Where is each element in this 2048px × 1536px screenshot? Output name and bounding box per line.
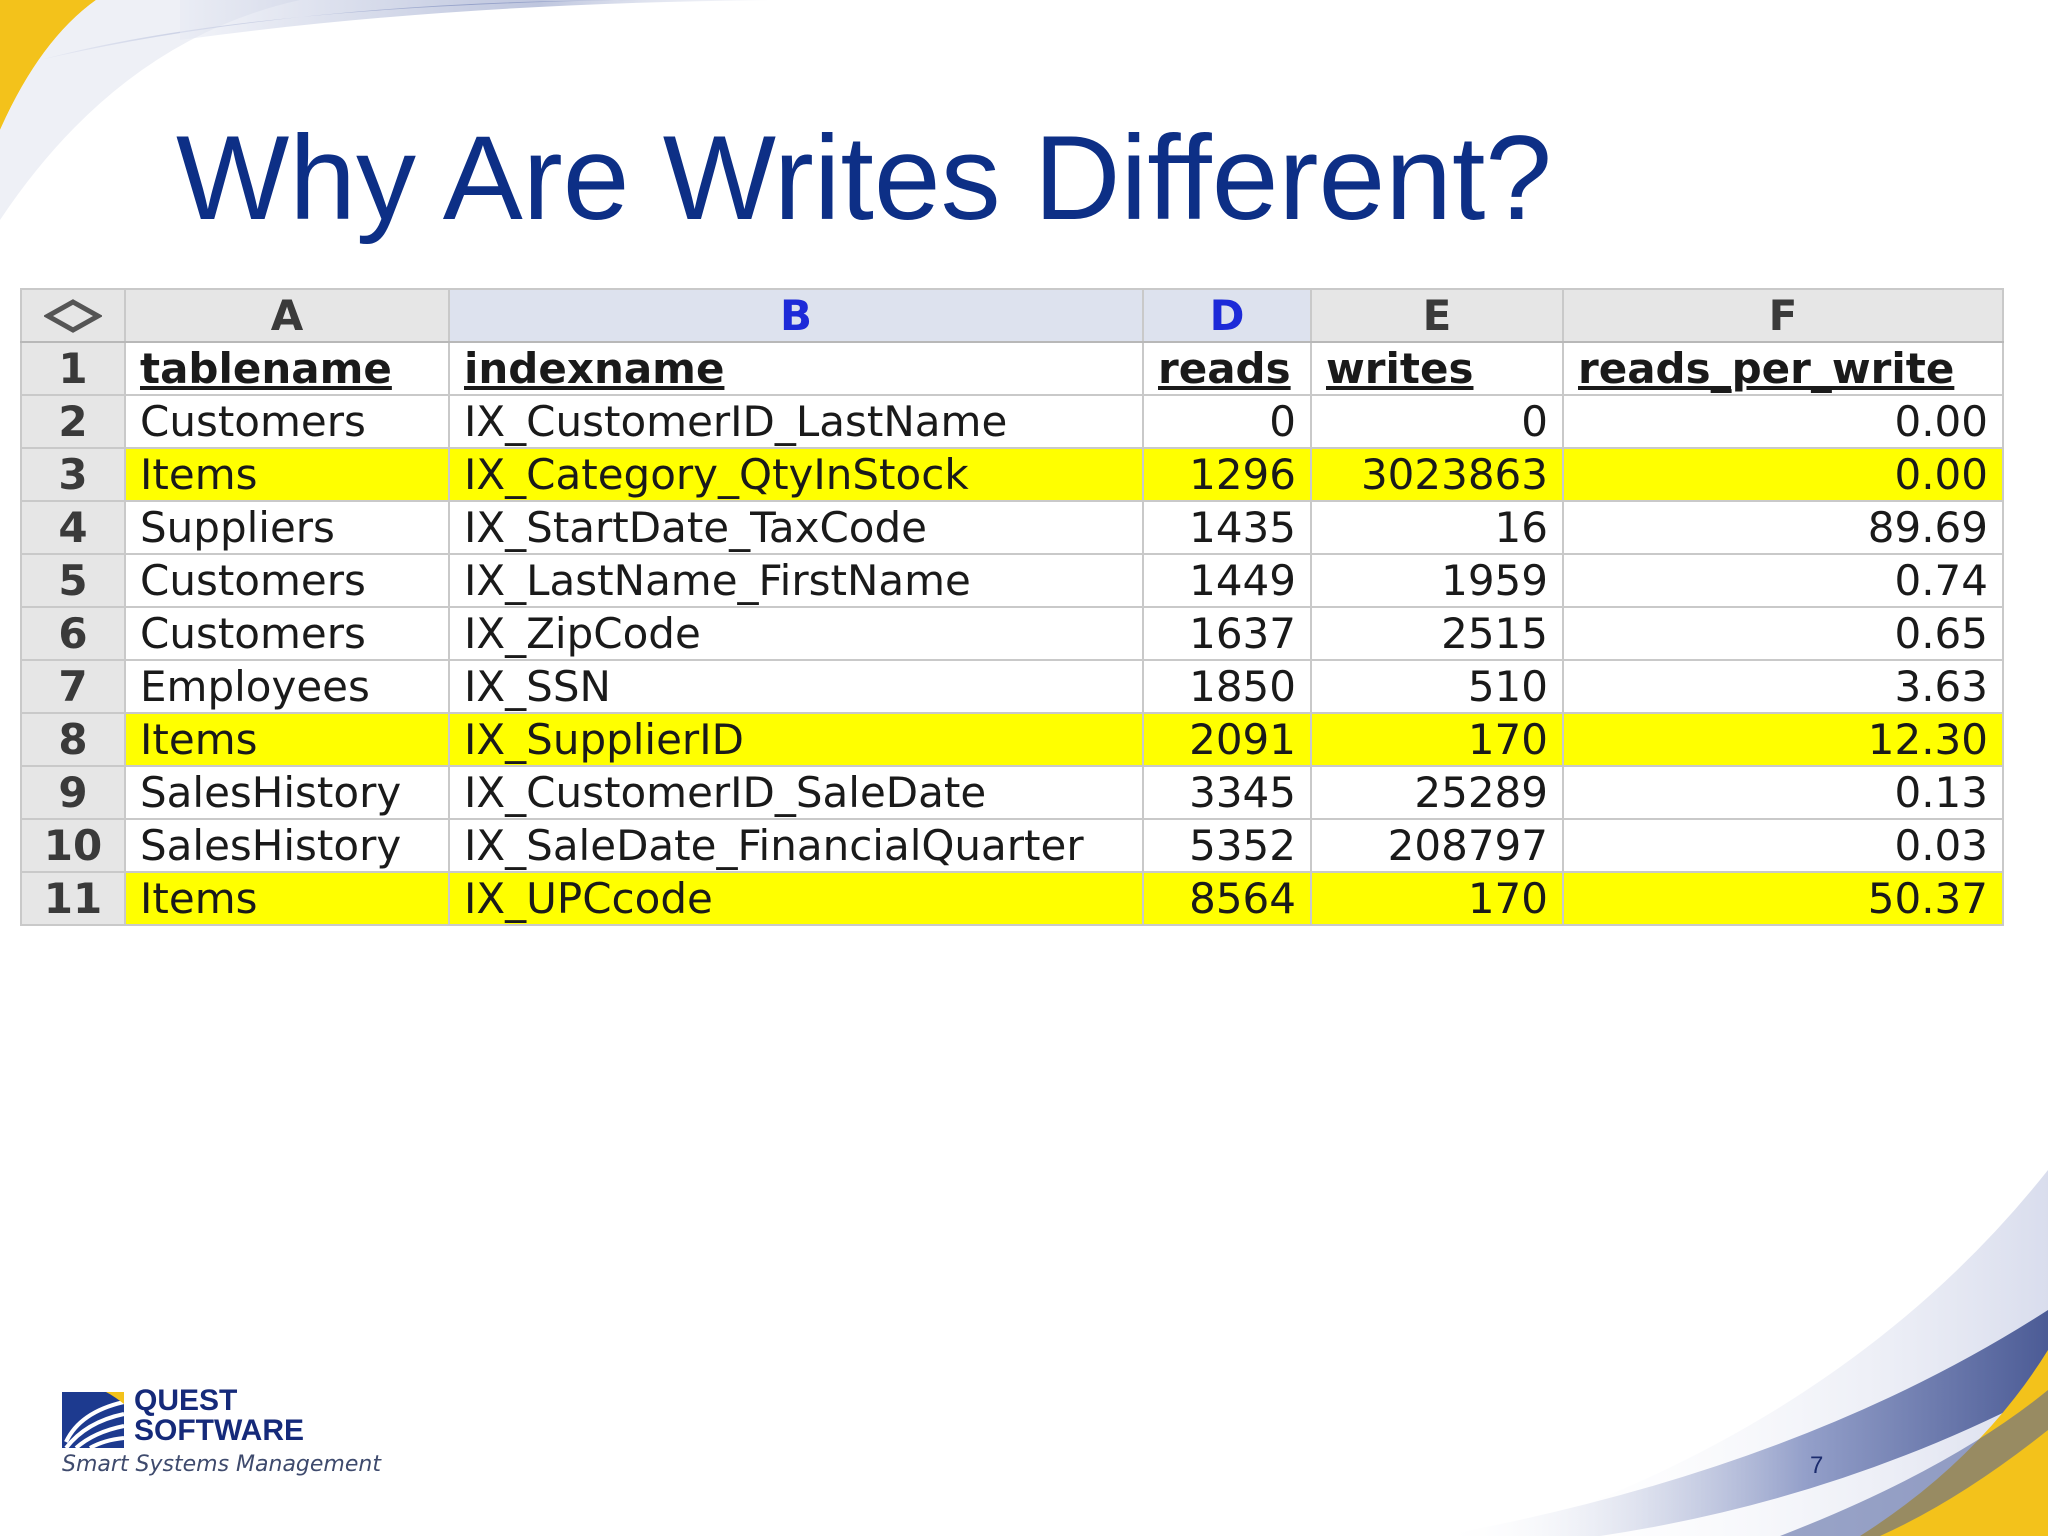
table-row: 5 Customers IX_LastName_FirstName 1449 1959 0… [20,553,2004,608]
row-number[interactable]: 4 [20,500,126,555]
header-cell-reads-per-write[interactable]: reads_per_write [1562,341,2004,396]
cell-reads-per-write[interactable]: 0.65 [1562,606,2004,661]
cell-tablename[interactable]: Customers [124,553,450,608]
cell-reads-per-write[interactable]: 0.03 [1562,818,2004,873]
select-all-corner[interactable] [20,288,126,343]
cell-reads-per-write[interactable]: 12.30 [1562,712,2004,767]
header-cell-indexname[interactable]: indexname [448,341,1144,396]
cell-writes[interactable]: 1959 [1310,553,1564,608]
row-number[interactable]: 1 [20,341,126,396]
table-row: 4 Suppliers IX_StartDate_TaxCode 1435 16 89.6… [20,500,2004,555]
cell-reads[interactable]: 3345 [1142,765,1312,820]
page-number: 7 [1810,1452,1824,1479]
quest-logo-icon [62,1392,125,1450]
logo-line-1: QUEST [134,1384,238,1417]
spreadsheet-body: 2 Customers IX_CustomerID_LastName 0 0 0.00 3 I… [20,394,2004,926]
spreadsheet-grid: A B D E F 1 tablename indexname reads wr… [20,288,2004,926]
cell-writes[interactable]: 3023863 [1310,447,1564,502]
cell-reads[interactable]: 1296 [1142,447,1312,502]
cell-reads-per-write[interactable]: 0.13 [1562,765,2004,820]
cell-indexname[interactable]: IX_CustomerID_LastName [448,394,1144,449]
cell-reads[interactable]: 1449 [1142,553,1312,608]
table-row: 8 Items IX_SupplierID 2091 170 12.30 [20,712,2004,767]
cell-indexname[interactable]: IX_CustomerID_SaleDate [448,765,1144,820]
cell-tablename[interactable]: Customers [124,394,450,449]
cell-indexname[interactable]: IX_UPCcode [448,871,1144,926]
cell-indexname[interactable]: IX_Category_QtyInStock [448,447,1144,502]
cell-writes[interactable]: 25289 [1310,765,1564,820]
table-row: 2 Customers IX_CustomerID_LastName 0 0 0.00 [20,394,2004,449]
cell-reads[interactable]: 8564 [1142,871,1312,926]
cell-tablename[interactable]: Items [124,871,450,926]
table-row: 3 Items IX_Category_QtyInStock 1296 3023863 0… [20,447,2004,502]
cell-tablename[interactable]: Items [124,712,450,767]
cell-indexname[interactable]: IX_LastName_FirstName [448,553,1144,608]
row-number[interactable]: 11 [20,871,126,926]
cell-tablename[interactable]: SalesHistory [124,818,450,873]
cell-writes[interactable]: 170 [1310,871,1564,926]
row-number[interactable]: 6 [20,606,126,661]
logo-line-2: SOFTWARE [134,1414,304,1447]
row-number[interactable]: 8 [20,712,126,767]
header-data-row: 1 tablename indexname reads writes reads… [20,341,2004,396]
row-number[interactable]: 9 [20,765,126,820]
column-header-b[interactable]: B [448,288,1144,343]
logo-wordmark: QUEST SOFTWARE [134,1386,304,1446]
spreadsheet: A B D E F 1 tablename indexname reads wr… [20,288,2012,956]
cell-writes[interactable]: 510 [1310,659,1564,714]
cell-indexname[interactable]: IX_SSN [448,659,1144,714]
cell-reads-per-write[interactable]: 0.74 [1562,553,2004,608]
cell-indexname[interactable]: IX_SupplierID [448,712,1144,767]
cell-tablename[interactable]: Items [124,447,450,502]
cell-writes[interactable]: 0 [1310,394,1564,449]
row-number[interactable]: 2 [20,394,126,449]
column-header-a[interactable]: A [124,288,450,343]
column-header-row: A B D E F [20,288,2004,343]
table-row: 9 SalesHistory IX_CustomerID_SaleDate 3345 2… [20,765,2004,820]
cell-reads[interactable]: 1637 [1142,606,1312,661]
cell-reads[interactable]: 0 [1142,394,1312,449]
column-header-d[interactable]: D [1142,288,1312,343]
row-number[interactable]: 3 [20,447,126,502]
header-cell-writes[interactable]: writes [1310,341,1564,396]
cell-writes[interactable]: 170 [1310,712,1564,767]
logo-tagline: Smart Systems Management [62,1452,381,1477]
cell-tablename[interactable]: Employees [124,659,450,714]
cell-reads[interactable]: 2091 [1142,712,1312,767]
cell-indexname[interactable]: IX_StartDate_TaxCode [448,500,1144,555]
cell-tablename[interactable]: SalesHistory [124,765,450,820]
header-cell-tablename[interactable]: tablename [124,341,450,396]
cell-reads-per-write[interactable]: 89.69 [1562,500,2004,555]
table-row: 6 Customers IX_ZipCode 1637 2515 0.65 [20,606,2004,661]
cell-indexname[interactable]: IX_ZipCode [448,606,1144,661]
cell-writes[interactable]: 208797 [1310,818,1564,873]
row-number[interactable]: 5 [20,553,126,608]
table-row: 7 Employees IX_SSN 1850 510 3.63 [20,659,2004,714]
cell-reads[interactable]: 1850 [1142,659,1312,714]
table-row: 11 Items IX_UPCcode 8564 170 50.37 [20,871,2004,926]
row-number[interactable]: 10 [20,818,126,873]
sort-diamond-icon [44,298,102,333]
cell-tablename[interactable]: Customers [124,606,450,661]
cell-reads[interactable]: 1435 [1142,500,1312,555]
row-number[interactable]: 7 [20,659,126,714]
cell-reads-per-write[interactable]: 0.00 [1562,394,2004,449]
cell-reads-per-write[interactable]: 0.00 [1562,447,2004,502]
column-header-e[interactable]: E [1310,288,1564,343]
cell-reads-per-write[interactable]: 50.37 [1562,871,2004,926]
cell-writes[interactable]: 2515 [1310,606,1564,661]
table-row: 10 SalesHistory IX_SaleDate_FinancialQuart… [20,818,2004,873]
header-cell-reads[interactable]: reads [1142,341,1312,396]
cell-reads-per-write[interactable]: 3.63 [1562,659,2004,714]
cell-writes[interactable]: 16 [1310,500,1564,555]
cell-reads[interactable]: 5352 [1142,818,1312,873]
cell-tablename[interactable]: Suppliers [124,500,450,555]
cell-indexname[interactable]: IX_SaleDate_FinancialQuarter [448,818,1144,873]
column-header-f[interactable]: F [1562,288,2004,343]
slide-title: Why Are Writes Different? [176,111,1553,245]
